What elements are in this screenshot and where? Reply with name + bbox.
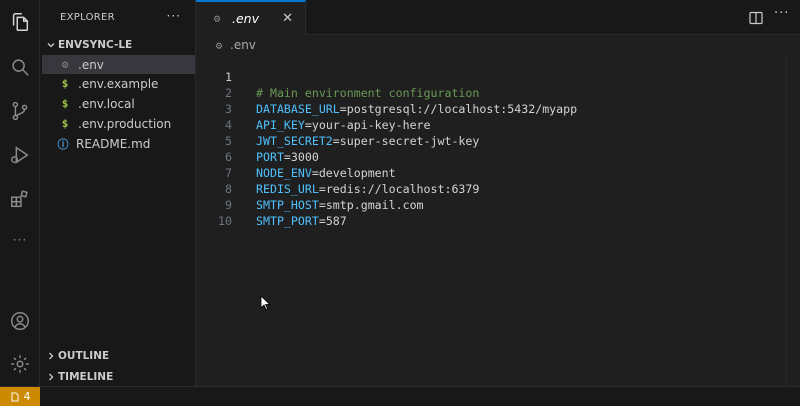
code-line: 1 # Main environment configuration — [196, 53, 786, 100]
tab-bar: ⚙ .env ✕ ··· — [196, 0, 800, 35]
mouse-cursor-icon — [260, 295, 271, 311]
gear-icon: ⚙ — [61, 58, 69, 71]
dollar-icon: $ — [61, 97, 69, 110]
equals-sign: = — [318, 214, 326, 228]
env-key: SMTP_PORT — [256, 214, 319, 228]
timeline-section[interactable]: TIMELINE — [44, 368, 113, 386]
file-item-label: .env.local — [78, 96, 135, 111]
chevron-right-icon — [44, 372, 58, 382]
source-control-icon[interactable] — [8, 99, 32, 123]
status-bar: 4 — [0, 386, 800, 406]
more-icon[interactable]: ··· — [8, 228, 32, 252]
file-item-label: .env — [78, 57, 104, 72]
code-line: 3 API_KEY=your-api-key-here — [196, 85, 786, 132]
workspace-folder[interactable]: ENVSYNC-LE — [44, 37, 132, 53]
file-item-label: README.md — [76, 136, 151, 151]
breadcrumb-label: .env — [230, 38, 256, 52]
dollar-icon: $ — [61, 77, 69, 90]
file-item-env-example[interactable]: $ .env.example — [42, 74, 195, 93]
code-line: 8 SMTP_HOST=smtp.gmail.com — [196, 165, 786, 212]
code-line: 9 SMTP_PORT=587 — [196, 181, 786, 228]
gear-icon: ⚙ — [213, 12, 221, 25]
chevron-down-icon — [44, 40, 58, 50]
chevron-right-icon — [44, 351, 58, 361]
gear-icon: ⚙ — [215, 38, 223, 52]
file-item-label: .env.example — [78, 76, 159, 91]
editor-scrollbar[interactable] — [786, 53, 800, 386]
search-icon[interactable] — [8, 55, 32, 79]
dollar-icon: $ — [61, 117, 69, 130]
code-line: 7 REDIS_URL=redis://localhost:6379 — [196, 149, 786, 196]
outline-section[interactable]: OUTLINE — [44, 347, 109, 365]
file-warning-icon — [11, 392, 18, 401]
explorer-sidebar: EXPLORER ··· ENVSYNC-LE ⚙ .env $ .env.ex… — [40, 0, 196, 386]
file-item-readme[interactable]: ⓘ README.md — [42, 134, 195, 153]
files-icon[interactable] — [8, 10, 32, 34]
timeline-label: TIMELINE — [58, 371, 114, 383]
info-icon: ⓘ — [57, 137, 69, 151]
outline-label: OUTLINE — [58, 350, 110, 362]
code-editor[interactable]: 1 # Main environment configuration 2 DAT… — [196, 53, 800, 386]
explorer-title: EXPLORER — [60, 12, 115, 23]
file-item-env-production[interactable]: $ .env.production — [42, 114, 195, 133]
code-line: 4 JWT_SECRET2=super-secret-jwt-key — [196, 101, 786, 148]
breadcrumb[interactable]: ⚙ .env — [210, 37, 256, 53]
extensions-icon[interactable] — [8, 187, 32, 211]
tab-env[interactable]: ⚙ .env ✕ — [196, 0, 306, 35]
problems-badge[interactable]: 4 — [0, 387, 40, 406]
close-icon[interactable]: ✕ — [282, 11, 293, 26]
account-icon[interactable] — [8, 309, 32, 333]
explorer-more-button[interactable]: ··· — [167, 9, 181, 23]
code-line: 2 DATABASE_URL=postgresql://localhost:54… — [196, 69, 786, 116]
line-number: 10 — [218, 214, 232, 228]
file-item-env[interactable]: ⚙ .env — [42, 55, 195, 74]
code-line: 6 NODE_ENV=development — [196, 133, 786, 180]
code-line: 5 PORT=3000 — [196, 117, 786, 164]
env-value: 587 — [325, 214, 347, 228]
activity-bar: ··· — [0, 0, 40, 386]
code-line: 10 — [196, 197, 786, 228]
editor-more-button[interactable]: ··· — [774, 6, 789, 21]
tab-label: .env — [232, 11, 259, 26]
problems-count: 4 — [23, 390, 31, 403]
file-item-env-local[interactable]: $ .env.local — [42, 94, 195, 113]
file-item-label: .env.production — [78, 116, 172, 131]
run-debug-icon[interactable] — [8, 143, 32, 167]
split-editor-icon[interactable] — [748, 10, 764, 26]
settings-gear-icon[interactable] — [8, 352, 32, 376]
workspace-folder-label: ENVSYNC-LE — [58, 39, 133, 51]
